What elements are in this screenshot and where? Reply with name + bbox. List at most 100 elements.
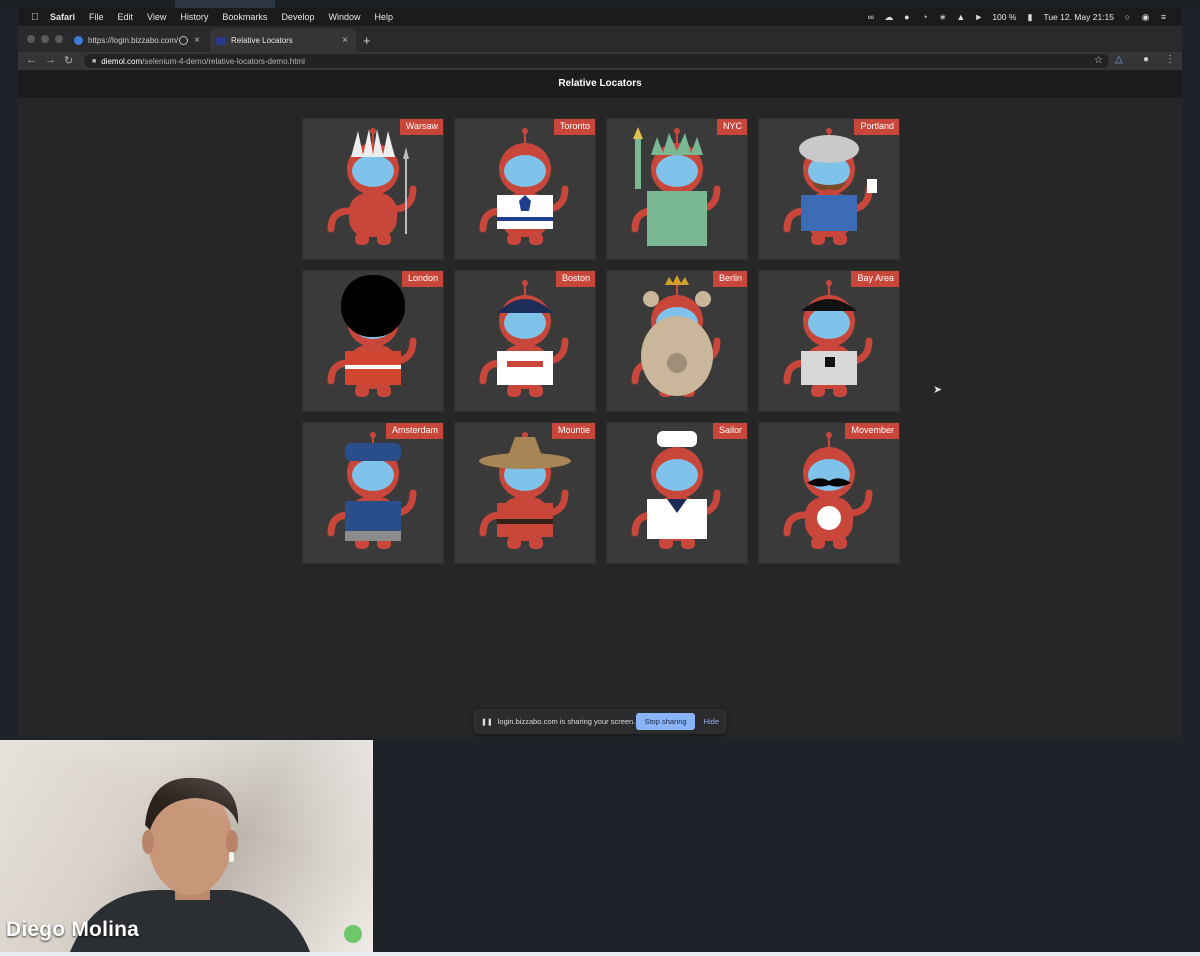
city-label: Amsterdam: [385, 423, 443, 439]
address-bar-row: ← → ↻ ■ diemol.com /selenium-4-demo/rela…: [18, 52, 1182, 70]
close-tab-icon[interactable]: ×: [342, 35, 348, 46]
clock[interactable]: Tue 12. May 21:15: [1043, 12, 1114, 22]
giants-robot-icon: [783, 280, 873, 397]
volume-icon[interactable]: ►: [974, 12, 983, 22]
card-sailor[interactable]: Sailor: [607, 423, 747, 563]
top-strip: [0, 0, 1200, 8]
top-strip-highlight: [175, 0, 275, 8]
card-boston[interactable]: Boston: [455, 271, 595, 411]
notification-center-icon[interactable]: ≡: [1159, 12, 1168, 22]
city-label: Bay Area: [851, 271, 899, 287]
bookmark-star-icon[interactable]: ☆: [1094, 55, 1103, 66]
lock-icon: ■: [92, 57, 97, 65]
tab-bar: https://login.bizzabo.com/ × Relative Lo…: [18, 26, 1182, 52]
bluetooth-icon[interactable]: ∗: [938, 12, 947, 22]
card-movember[interactable]: Movember: [759, 423, 899, 563]
menu-history[interactable]: History: [180, 12, 208, 22]
royal-guard-robot-icon: [327, 275, 417, 397]
pause-icon: ❚❚: [481, 718, 493, 726]
timer-icon[interactable]: ◔: [920, 12, 929, 22]
page-title: Relative Locators: [18, 70, 1182, 98]
window-controls: [27, 35, 63, 43]
screen-share-bar: ❚❚ login.bizzabo.com is sharing your scr…: [473, 709, 727, 734]
menu-view[interactable]: View: [147, 12, 166, 22]
card-warsaw[interactable]: Warsaw: [303, 119, 443, 259]
close-tab-icon[interactable]: ×: [194, 35, 200, 46]
red-sox-robot-icon: [479, 280, 569, 397]
extension-icon[interactable]: △: [1115, 54, 1123, 65]
city-label: Mountie: [551, 423, 595, 439]
url-field[interactable]: ■ diemol.com /selenium-4-demo/relative-l…: [84, 54, 1109, 68]
menu-develop[interactable]: Develop: [281, 12, 314, 22]
tab-title: https://login.bizzabo.com/: [88, 36, 179, 45]
city-label: Sailor: [712, 423, 747, 439]
globe-icon[interactable]: ●: [902, 12, 911, 22]
battery-percent: 100 %: [992, 12, 1017, 22]
warrior-feathers-robot-icon: [327, 128, 417, 245]
user-icon[interactable]: ◉: [1141, 12, 1150, 22]
glasses-icon[interactable]: ∞: [866, 12, 875, 22]
back-icon[interactable]: ←: [26, 54, 37, 66]
cloud-icon[interactable]: ☁: [884, 12, 893, 22]
card-london[interactable]: London: [303, 271, 443, 411]
hockey-jersey-robot-icon: [479, 128, 569, 245]
participant-name: Diego Molina: [6, 918, 140, 941]
hide-button[interactable]: Hide: [704, 717, 719, 726]
tab-bizzabo[interactable]: https://login.bizzabo.com/ ×: [68, 29, 208, 52]
city-label: Boston: [555, 271, 595, 287]
wifi-icon[interactable]: ▲: [956, 12, 965, 22]
tab-title: Relative Locators: [231, 36, 293, 45]
city-label: Warsaw: [399, 119, 443, 135]
recording-icon: [179, 36, 189, 45]
reload-icon[interactable]: ↻: [64, 54, 73, 67]
profile-icon[interactable]: ●: [1143, 54, 1149, 65]
menu-window[interactable]: Window: [328, 12, 360, 22]
url-domain: diemol.com: [101, 56, 143, 66]
bottom-border: [0, 952, 1200, 956]
mouse-cursor-icon: ➤: [933, 384, 943, 396]
city-label: Toronto: [553, 119, 595, 135]
menu-file[interactable]: File: [89, 12, 104, 22]
city-label: Berlin: [712, 271, 747, 287]
card-portland[interactable]: Portland: [759, 119, 899, 259]
city-label: London: [401, 271, 443, 287]
mountie-hat-robot-icon: [479, 432, 571, 549]
card-nyc[interactable]: NYC: [607, 119, 747, 259]
url-path: /selenium-4-demo/relative-locators-demo.…: [142, 56, 305, 66]
forward-icon[interactable]: →: [45, 54, 56, 66]
share-message: login.bizzabo.com is sharing your screen…: [497, 717, 636, 726]
statue-of-liberty-robot-icon: [631, 127, 721, 246]
mac-menubar:  Safari File Edit View History Bookmark…: [18, 8, 1182, 26]
stop-sharing-button[interactable]: Stop sharing: [636, 713, 695, 730]
city-label: NYC: [716, 119, 747, 135]
moustache-robot-icon: [783, 432, 873, 549]
city-label: Portland: [854, 119, 899, 135]
close-window-button[interactable]: [27, 35, 35, 43]
cap-suspenders-robot-icon: [327, 432, 417, 549]
menu-edit[interactable]: Edit: [118, 12, 134, 22]
menu-dots-icon[interactable]: ⋮: [1165, 54, 1175, 65]
spotlight-icon[interactable]: ○: [1123, 12, 1132, 22]
city-label: Movember: [845, 423, 899, 439]
card-berlin[interactable]: Berlin: [607, 271, 747, 411]
bizzabo-favicon-icon: [74, 36, 83, 45]
bear-robot-icon: [631, 275, 721, 397]
tab-relative-locators[interactable]: Relative Locators ×: [210, 29, 356, 52]
new-tab-icon[interactable]: +: [363, 33, 371, 48]
menu-help[interactable]: Help: [374, 12, 393, 22]
minimize-window-button[interactable]: [41, 35, 49, 43]
card-amsterdam[interactable]: Amsterdam: [303, 423, 443, 563]
card-toronto[interactable]: Toronto: [455, 119, 595, 259]
battery-icon[interactable]: ▮: [1025, 12, 1034, 22]
menu-bookmarks[interactable]: Bookmarks: [222, 12, 267, 22]
browser-window:  Safari File Edit View History Bookmark…: [18, 8, 1182, 738]
zoom-window-button[interactable]: [55, 35, 63, 43]
hipster-coffee-robot-icon: [783, 128, 877, 245]
mic-status-icon: [344, 925, 362, 943]
apple-icon[interactable]: : [28, 12, 42, 23]
menu-app[interactable]: Safari: [50, 12, 75, 22]
card-bay-area[interactable]: Bay Area: [759, 271, 899, 411]
card-grid: Warsaw Toronto NYC Portland London Boston Berl…: [303, 119, 899, 563]
site-favicon-icon: [216, 36, 226, 45]
card-mountie[interactable]: Mountie: [455, 423, 595, 563]
